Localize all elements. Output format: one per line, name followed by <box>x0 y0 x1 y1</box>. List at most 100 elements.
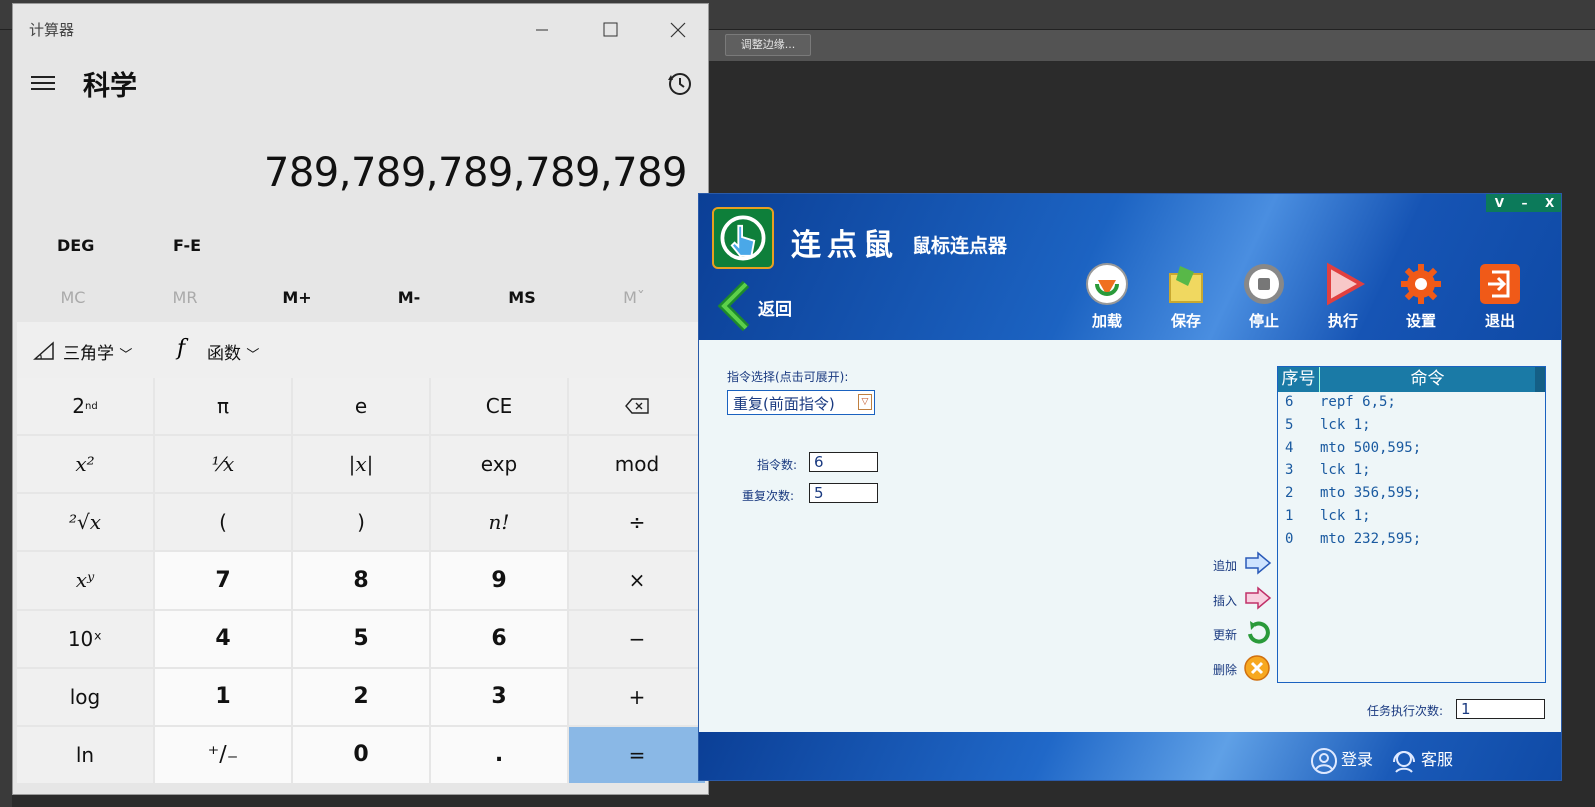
task-runs-field[interactable]: 1 <box>1456 699 1545 719</box>
stop-icon <box>1244 264 1284 304</box>
save-button[interactable]: 保存 <box>1158 262 1214 331</box>
mod-key[interactable]: mod <box>569 436 705 493</box>
back-button[interactable]: 返回 <box>758 295 792 320</box>
second-function-key[interactable]: 2nd <box>17 378 153 435</box>
update-label: 更新 <box>1213 628 1238 642</box>
square-root-key[interactable]: ²√x <box>17 494 153 551</box>
square-key[interactable]: x² <box>17 436 153 493</box>
memory-add-button[interactable]: M+ <box>244 288 350 307</box>
exp-key[interactable]: exp <box>431 436 567 493</box>
trigonometry-dropdown[interactable]: 三角学 ﹀ <box>63 339 132 364</box>
refine-edge-button[interactable]: 调整边缘... <box>725 34 811 56</box>
repeat-count-field[interactable]: 5 <box>809 483 878 503</box>
pi-key[interactable]: π <box>155 378 291 435</box>
subtract-key[interactable]: − <box>569 610 705 667</box>
digit-3-key[interactable]: 3 <box>431 668 567 725</box>
list-item[interactable]: 0 mto 232,595; <box>1278 531 1545 554</box>
row-command: mto 356,595; <box>1320 485 1422 502</box>
stop-button[interactable]: 停止 <box>1236 262 1292 331</box>
digit-7-key[interactable]: 7 <box>155 552 291 609</box>
euler-key[interactable]: e <box>293 378 429 435</box>
row-index: 4 <box>1285 439 1294 456</box>
memory-clear-button[interactable]: MC <box>20 288 126 307</box>
digit-0-key[interactable]: 0 <box>293 726 429 783</box>
support-button[interactable]: 客服 <box>1391 746 1453 774</box>
maximize-button[interactable] <box>590 14 630 46</box>
delete-button[interactable]: 删除 <box>1213 655 1270 681</box>
memory-subtract-button[interactable]: M- <box>356 288 462 307</box>
open-paren-key[interactable]: ( <box>155 494 291 551</box>
hamburger-menu-icon[interactable] <box>31 76 55 92</box>
chevron-down-icon: ﹀ <box>246 348 260 363</box>
clicker-header: V – X 连点鼠 鼠标连点器 返回 加载 保存 停止 执行 设置 退出 <box>699 194 1561 340</box>
task-runs-label: 任务执行次数: <box>1367 704 1444 718</box>
add-key[interactable]: + <box>569 668 705 725</box>
result-display: 789,789,789,789,789 <box>263 150 688 196</box>
ln-key[interactable]: ln <box>17 726 153 783</box>
list-item[interactable]: 2 mto 356,595; <box>1278 485 1545 508</box>
memory-list-button[interactable]: Mˇ <box>581 288 687 307</box>
support-label: 客服 <box>1421 750 1454 769</box>
power-key[interactable]: xʸ <box>17 552 153 609</box>
command-list-header: 序号 命令 <box>1278 367 1545 392</box>
minimize-button[interactable]: – <box>1522 196 1528 210</box>
factorial-key[interactable]: n! <box>431 494 567 551</box>
digit-1-key[interactable]: 1 <box>155 668 291 725</box>
ten-power-key[interactable]: 10ˣ <box>17 610 153 667</box>
command-select[interactable]: 重复(前面指令) ▽ <box>727 390 875 415</box>
settings-button[interactable]: 设置 <box>1393 262 1449 331</box>
digit-2-key[interactable]: 2 <box>293 668 429 725</box>
update-button[interactable]: 更新 <box>1213 621 1270 644</box>
list-item[interactable]: 5 lck 1; <box>1278 417 1545 440</box>
delete-label: 删除 <box>1213 663 1238 677</box>
backspace-key[interactable] <box>569 378 705 435</box>
calculator-window: 计算器 科学 789,789,789,789,789 DEG F-E MC MR… <box>12 3 709 795</box>
list-item[interactable]: 1 lck 1; <box>1278 508 1545 531</box>
nd-superscript: nd <box>85 400 98 412</box>
clear-entry-key[interactable]: CE <box>431 378 567 435</box>
close-button[interactable] <box>658 14 698 46</box>
row-command: lck 1; <box>1320 507 1371 524</box>
reciprocal-key[interactable]: ⅟x <box>155 436 291 493</box>
append-button[interactable]: 追加 <box>1213 551 1272 575</box>
close-paren-key[interactable]: ) <box>293 494 429 551</box>
absolute-key[interactable]: |x| <box>293 436 429 493</box>
command-count-label: 指令数: <box>757 458 798 472</box>
digit-4-key[interactable]: 4 <box>155 610 291 667</box>
close-button[interactable]: X <box>1545 196 1554 210</box>
log-key[interactable]: log <box>17 668 153 725</box>
version-button[interactable]: V <box>1495 196 1504 210</box>
row-command: repf 6,5; <box>1320 394 1396 410</box>
list-item[interactable]: 6 repf 6,5; <box>1278 394 1545 417</box>
load-button[interactable]: 加载 <box>1079 262 1135 331</box>
digit-5-key[interactable]: 5 <box>293 610 429 667</box>
run-button[interactable]: 执行 <box>1315 262 1371 331</box>
multiply-key[interactable]: × <box>569 552 705 609</box>
function-dropdown[interactable]: 函数 ﹀ <box>207 339 259 364</box>
insert-button[interactable]: 插入 <box>1213 586 1272 610</box>
command-select-value: 重复(前面指令) <box>733 395 835 413</box>
history-icon[interactable] <box>667 71 693 97</box>
login-button[interactable]: 登录 <box>1311 746 1373 774</box>
equals-key[interactable]: = <box>569 726 705 783</box>
command-count-field[interactable]: 6 <box>809 452 878 472</box>
exit-button[interactable]: 退出 <box>1472 262 1528 331</box>
fe-button[interactable]: F-E <box>173 236 201 255</box>
window-title: 计算器 <box>29 21 75 39</box>
memory-recall-button[interactable]: MR <box>132 288 238 307</box>
decimal-key[interactable]: . <box>431 726 567 783</box>
divide-key[interactable]: ÷ <box>569 494 705 551</box>
delete-icon <box>1244 655 1270 681</box>
list-item[interactable]: 4 mto 500,595; <box>1278 440 1545 463</box>
angle-mode-button[interactable]: DEG <box>57 236 94 255</box>
minimize-button[interactable] <box>522 14 562 46</box>
back-arrow-icon[interactable] <box>716 280 752 332</box>
digit-8-key[interactable]: 8 <box>293 552 429 609</box>
memory-store-button[interactable]: MS <box>469 288 575 307</box>
digit-6-key[interactable]: 6 <box>431 610 567 667</box>
gear-icon <box>1401 264 1441 304</box>
list-item[interactable]: 3 lck 1; <box>1278 462 1545 485</box>
negate-key[interactable]: ⁺∕₋ <box>155 726 291 783</box>
command-list[interactable]: 序号 命令 6 repf 6,5; 5 lck 1; 4 mto 500,595; 3… <box>1277 366 1546 683</box>
digit-9-key[interactable]: 9 <box>431 552 567 609</box>
